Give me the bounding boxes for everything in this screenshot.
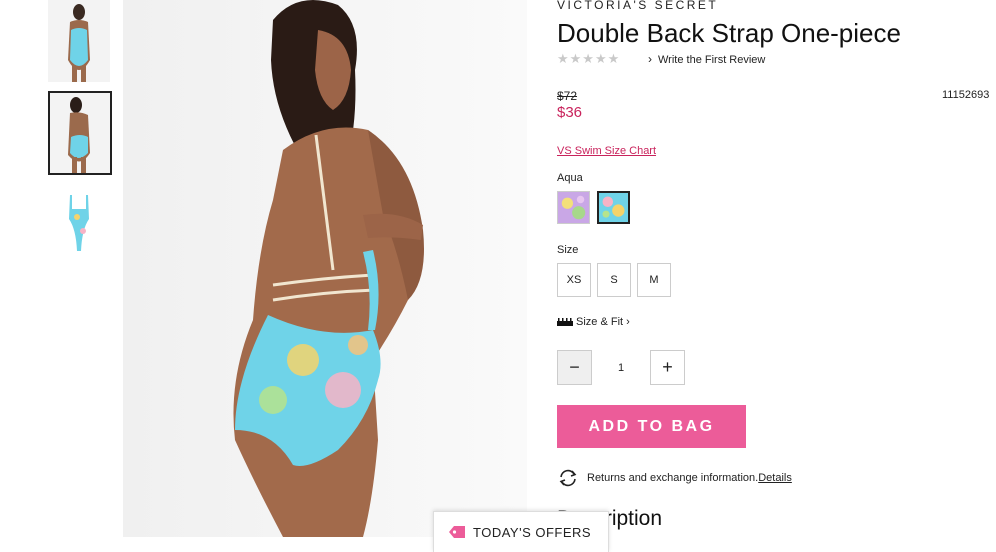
plus-icon: +: [662, 357, 673, 377]
product-thumbnail-front[interactable]: [48, 0, 110, 82]
product-sku: 11152693: [942, 89, 990, 101]
rating-stars: ★★★★★: [557, 51, 621, 66]
brand-name: VICTORIA'S SECRET: [557, 0, 719, 12]
price-tag-icon: [449, 526, 465, 538]
product-thumbnail-flat[interactable]: [48, 185, 110, 267]
write-review-label: Write the First Review: [658, 54, 766, 66]
quantity-value[interactable]: 1: [592, 350, 650, 385]
size-label: Size: [557, 244, 579, 256]
chevron-right-icon: ›: [648, 52, 652, 66]
minus-icon: −: [569, 357, 580, 377]
product-title: Double Back Strap One-piece: [557, 18, 901, 48]
selected-color-label: Aqua: [557, 172, 583, 184]
size-option-s[interactable]: S: [597, 263, 631, 297]
returns-info: Returns and exchange information. Details: [557, 468, 792, 488]
model-back-view-image: [123, 0, 527, 537]
ruler-icon: [557, 318, 573, 326]
original-price: $72: [557, 89, 578, 103]
swimsuit-flat-thumbnail-image: [48, 185, 110, 267]
quantity-increase-button[interactable]: +: [650, 350, 685, 385]
lilac-tie-dye-swatch: [558, 192, 589, 223]
chevron-right-icon: ›: [626, 316, 630, 328]
todays-offers-tab[interactable]: TODAY'S OFFERS: [433, 511, 609, 552]
model-back-thumbnail-image: [50, 93, 110, 173]
size-option-xs[interactable]: XS: [557, 263, 591, 297]
add-to-bag-button[interactable]: ADD TO BAG: [557, 405, 746, 448]
quantity-decrease-button[interactable]: −: [557, 350, 592, 385]
size-and-fit-link[interactable]: Size & Fit ›: [557, 316, 630, 328]
size-option-m[interactable]: M: [637, 263, 671, 297]
sale-price: $36: [557, 104, 583, 121]
size-chart-link[interactable]: VS Swim Size Chart: [557, 145, 656, 157]
returns-text: Returns and exchange information.: [587, 472, 759, 484]
todays-offers-label: TODAY'S OFFERS: [473, 524, 592, 540]
write-review-link[interactable]: › Write the First Review: [648, 52, 765, 66]
product-thumbnail-back[interactable]: [48, 91, 112, 175]
size-and-fit-label: Size & Fit: [576, 316, 624, 328]
returns-details-link[interactable]: Details: [758, 472, 792, 484]
aqua-tie-dye-swatch: [599, 193, 628, 222]
color-swatch-aqua[interactable]: [597, 191, 630, 224]
color-swatch-lilac[interactable]: [557, 191, 590, 224]
main-product-image: [123, 0, 527, 537]
model-front-thumbnail-image: [48, 0, 110, 82]
exchange-arrows-icon: [559, 469, 577, 487]
